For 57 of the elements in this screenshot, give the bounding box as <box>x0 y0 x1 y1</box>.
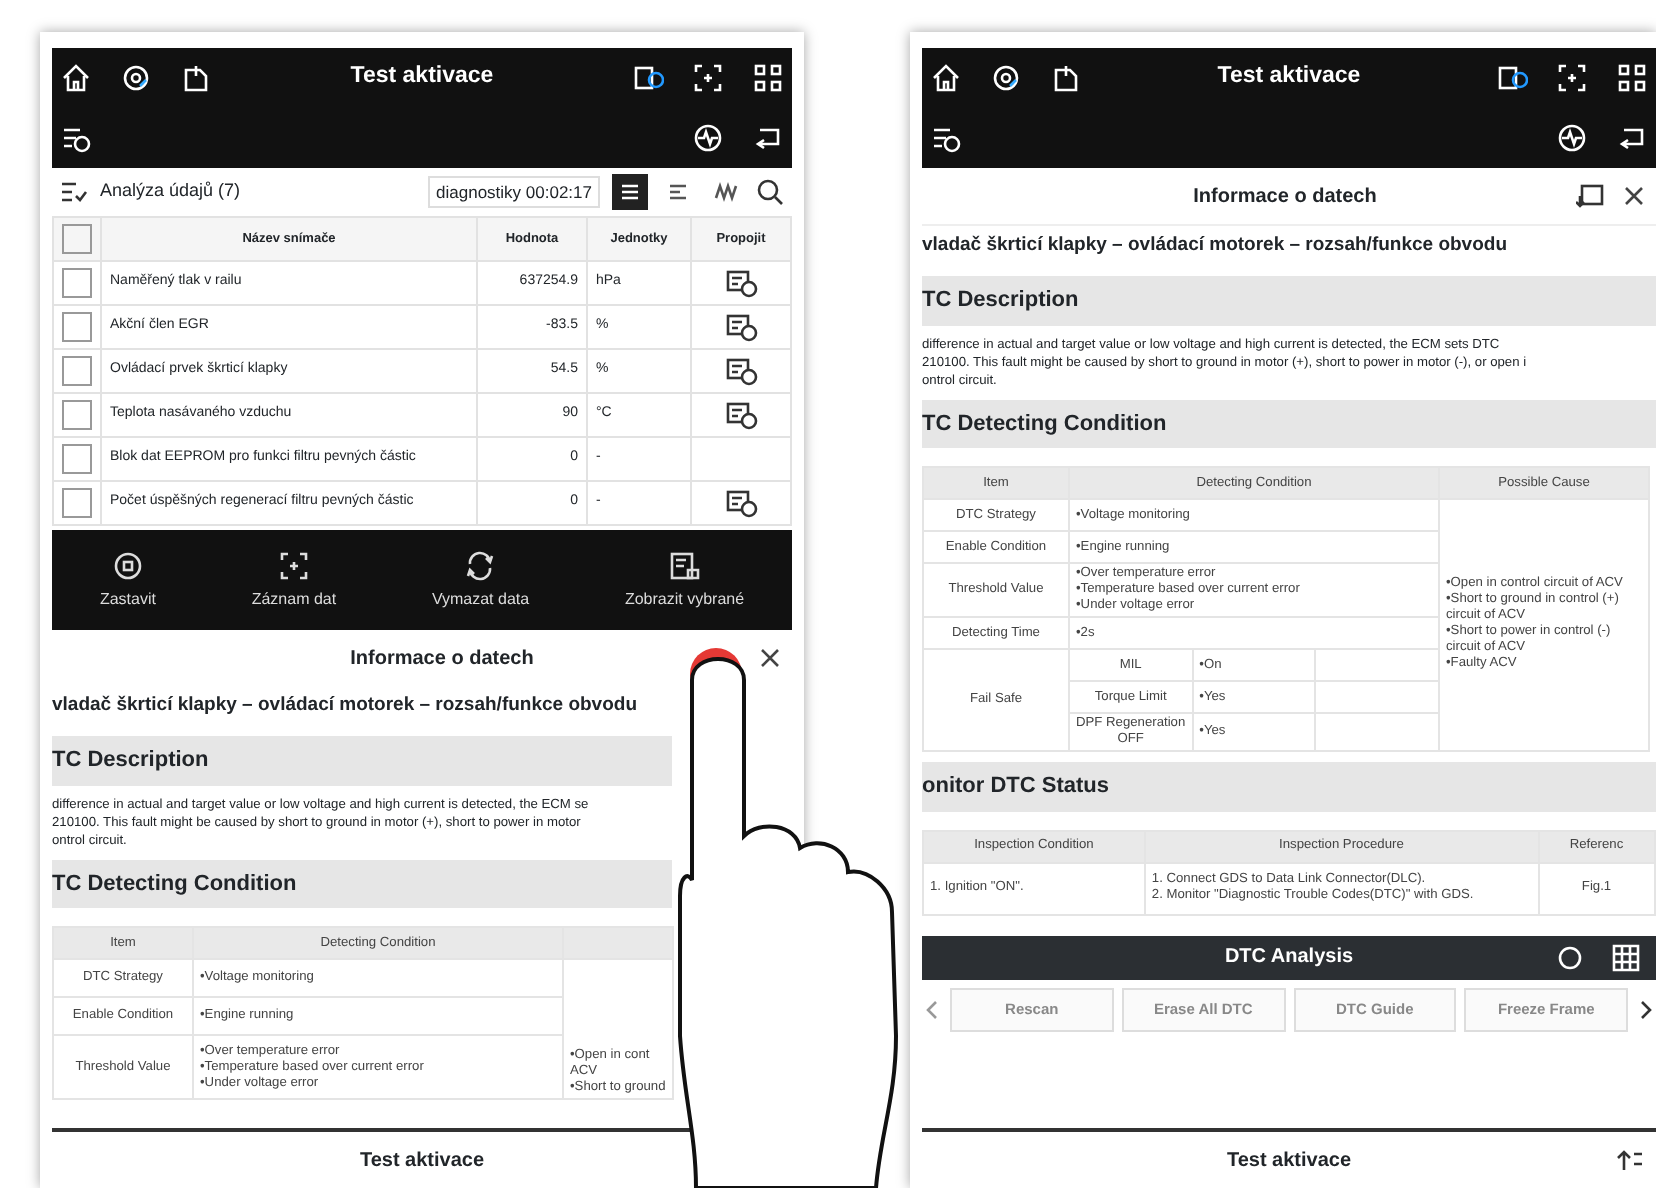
action-button[interactable]: Zastavit <box>87 547 168 613</box>
pulse-icon[interactable] <box>692 122 724 154</box>
grid-icon[interactable] <box>752 62 784 94</box>
section-heading: TC Description <box>52 736 672 786</box>
row-checkbox[interactable] <box>62 268 92 298</box>
section-heading: TC Detecting Condition <box>52 859 672 909</box>
document-icon[interactable] <box>180 62 212 94</box>
window-icon[interactable] <box>1576 184 1604 208</box>
graph-view-icon <box>712 178 740 206</box>
footer-title: Test aktivace <box>1226 1147 1352 1175</box>
home-icon[interactable] <box>60 62 92 94</box>
chevron-right-icon[interactable] <box>1636 997 1656 1022</box>
view-mode-button[interactable] <box>612 174 648 210</box>
section-heading: onitor DTC Status <box>922 762 1656 812</box>
search-icon[interactable] <box>756 178 784 206</box>
grid-icon[interactable] <box>1616 62 1648 94</box>
action-button[interactable]: Vymazat data <box>419 547 542 613</box>
popup-subtitle: vladač škrticí klapky – ovládací motorek – rozsah/funkce obvodu <box>52 692 638 720</box>
link-icon[interactable] <box>725 357 757 385</box>
analysis-title: DTC Analysis <box>1222 944 1356 973</box>
row-checkbox[interactable] <box>62 488 92 518</box>
grid-icon[interactable] <box>1612 943 1640 972</box>
link-icon[interactable] <box>725 489 757 517</box>
section-heading: TC Description <box>922 276 1656 326</box>
popup-subtitle: vladač škrticí klapky – ovládací motorek – rozsah/funkce obvodu <box>922 224 1656 267</box>
row-checkbox[interactable] <box>62 444 92 474</box>
action-button[interactable]: Zobrazit vybrané <box>612 547 757 613</box>
close-icon[interactable] <box>1624 186 1644 206</box>
list-view-icon <box>668 549 701 581</box>
capture-icon[interactable] <box>1556 62 1588 94</box>
select-all-checkbox[interactable] <box>62 224 92 254</box>
device-icon[interactable] <box>632 62 664 94</box>
document-icon[interactable] <box>1050 62 1082 94</box>
action-button[interactable]: Záznam dat <box>239 547 349 613</box>
pulse-icon[interactable] <box>1556 122 1588 154</box>
screen-title: Test aktivace <box>1215 62 1363 93</box>
row-checkbox[interactable] <box>62 312 92 342</box>
link-icon[interactable] <box>725 269 757 297</box>
link-icon[interactable] <box>725 313 757 341</box>
toolbar-title: Analýza údajů (7) <box>100 178 241 205</box>
timer-text: diagnostiky 00:02:17 <box>428 175 600 209</box>
record-icon <box>277 549 310 581</box>
stop-icon <box>111 549 144 581</box>
device-icon[interactable] <box>1496 62 1528 94</box>
screen-title: Test aktivace <box>348 62 496 93</box>
row-checkbox[interactable] <box>62 400 92 430</box>
chevron-left-icon[interactable] <box>922 997 942 1022</box>
list-check-icon[interactable] <box>60 180 88 204</box>
popup-title: Informace o datech <box>1191 183 1379 211</box>
popup-title: Informace o datech <box>348 645 536 673</box>
footer-title: Test aktivace <box>359 1147 485 1175</box>
row-checkbox[interactable] <box>62 356 92 386</box>
close-icon[interactable] <box>760 648 780 668</box>
section-heading: TC Detecting Condition <box>922 399 1656 449</box>
capture-icon[interactable] <box>692 62 724 94</box>
home-icon[interactable] <box>930 62 962 94</box>
link-icon[interactable] <box>725 401 757 429</box>
